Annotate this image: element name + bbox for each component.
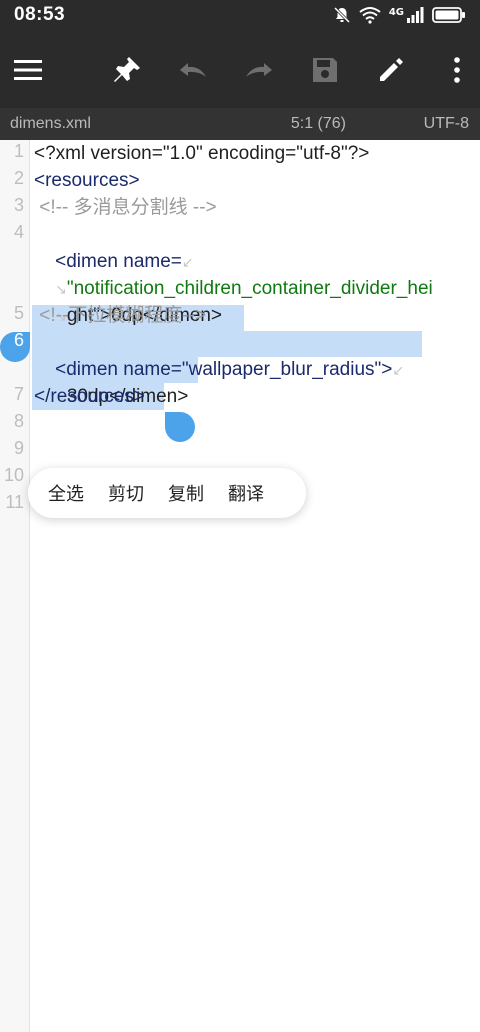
save-icon[interactable] (305, 50, 345, 90)
line-number: 3 (13, 195, 24, 215)
menu-icon[interactable] (8, 50, 48, 90)
redo-icon[interactable] (239, 50, 279, 90)
line-number: 6 (13, 330, 24, 350)
code-line-7: </resources> (34, 386, 145, 407)
undo-icon[interactable] (173, 50, 213, 90)
file-info-bar: dimens.xml 5:1 (76) UTF-8 (0, 108, 480, 140)
select-all-button[interactable]: 全选 (48, 480, 84, 506)
text-context-menu: 全选 剪切 复制 翻译 (28, 468, 306, 518)
mute-bell-icon (333, 6, 350, 24)
code-editor[interactable]: 1 2 3 4 5 6 7 8 9 10 11 <?xml version="1… (0, 140, 480, 1032)
line-number-gutter: 1 2 3 4 5 6 7 8 9 10 11 (0, 140, 30, 1032)
network-label: 4G (388, 6, 404, 18)
code-line-5: <!--下拉模糊程度--> (34, 305, 207, 326)
editor-toolbar (0, 32, 480, 108)
file-encoding[interactable]: UTF-8 (424, 115, 469, 133)
code-line-4-wrap-1: ↘"notification_children_container_divide… (34, 248, 433, 299)
line-number: 5 (13, 303, 24, 323)
pin-icon[interactable] (107, 50, 147, 90)
line-number: 2 (13, 168, 24, 188)
selection-end-handle[interactable] (165, 412, 195, 442)
line-number: 7 (13, 384, 24, 404)
wifi-icon (359, 7, 381, 24)
signal-icon (407, 7, 424, 23)
code-line-4: <dimen name=↙ (34, 221, 193, 272)
line-number: 1 (13, 141, 24, 161)
status-time: 08:53 (14, 4, 66, 25)
battery-icon (432, 7, 465, 23)
cursor-position: 5:1 (76) (290, 115, 346, 132)
code-line-6-wrap: ↘30dp</dimen> (34, 356, 188, 407)
cut-button[interactable]: 剪切 (108, 480, 144, 506)
code-line-4-wrap-2: ↘ght">0dp</dimen> (34, 275, 222, 326)
file-name: dimens.xml (10, 115, 91, 132)
line-number: 8 (13, 411, 24, 431)
status-icons: 4G (333, 6, 466, 24)
line-number: 9 (13, 438, 24, 458)
wrap-arrow-icon: ↙ (392, 362, 405, 378)
code-line-3: <!-- 多消息分割线 --> (34, 197, 217, 218)
code-line-6: <dimen name="wallpaper_blur_radius">↙ (34, 329, 404, 380)
copy-button[interactable]: 复制 (168, 480, 204, 506)
edit-icon[interactable] (371, 50, 411, 90)
line-number: 10 (3, 465, 24, 485)
more-icon[interactable] (437, 50, 477, 90)
line-number: 4 (13, 222, 24, 242)
code-line-1: <?xml version="1.0" encoding="utf-8"?> (34, 143, 370, 164)
status-bar: 08:53 4G (0, 0, 480, 32)
translate-button[interactable]: 翻译 (228, 480, 264, 506)
code-line-2: <resources> (34, 170, 140, 191)
line-number: 11 (5, 492, 24, 512)
